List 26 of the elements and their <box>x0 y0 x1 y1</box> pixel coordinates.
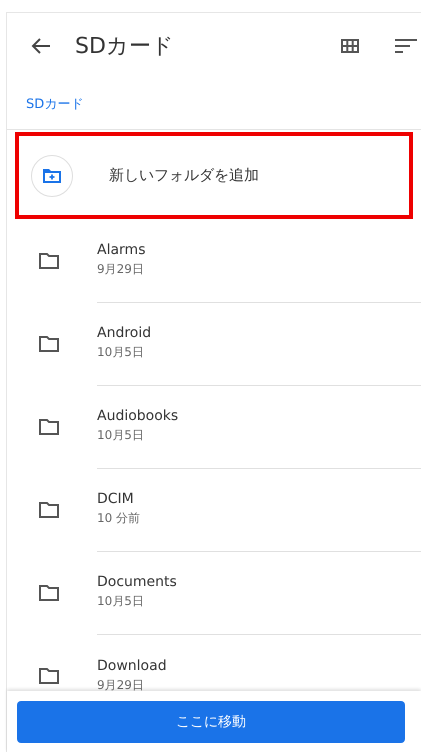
screen-title: SDカード <box>75 33 175 61</box>
folder-date: 10 分前 <box>97 510 142 527</box>
folder-icon <box>38 418 60 436</box>
folder-name[interactable]: Documents <box>97 574 421 590</box>
folder-date: 10月5日 <box>97 427 145 444</box>
new-folder-item[interactable]: 新しいフォルダを追加 <box>15 132 413 219</box>
folder-plus-icon <box>42 168 62 184</box>
folder-name[interactable]: Download <box>97 658 421 674</box>
folder-date: 10月5日 <box>97 593 145 610</box>
folder-icon <box>38 334 60 352</box>
folder-name[interactable]: Alarms <box>97 242 421 258</box>
back-arrow-icon[interactable] <box>31 37 51 55</box>
folder-icon <box>38 252 60 270</box>
grid-view-icon[interactable] <box>341 39 359 53</box>
breadcrumb-link[interactable]: SDカード <box>26 95 84 113</box>
folder-date: 9月29日 <box>97 676 145 691</box>
folder-name[interactable]: Android <box>97 325 421 341</box>
folder-date: 9月29日 <box>97 261 145 278</box>
folder-name[interactable]: Audiobooks <box>97 408 421 424</box>
folder-icon <box>38 666 60 684</box>
folder-date: 10月5日 <box>97 344 145 361</box>
folder-icon <box>38 584 60 602</box>
folder-name[interactable]: DCIM <box>97 491 421 507</box>
folder-icon <box>38 500 60 518</box>
sort-icon[interactable] <box>395 38 417 54</box>
move-here-button[interactable]: ここに移動 <box>17 701 405 743</box>
